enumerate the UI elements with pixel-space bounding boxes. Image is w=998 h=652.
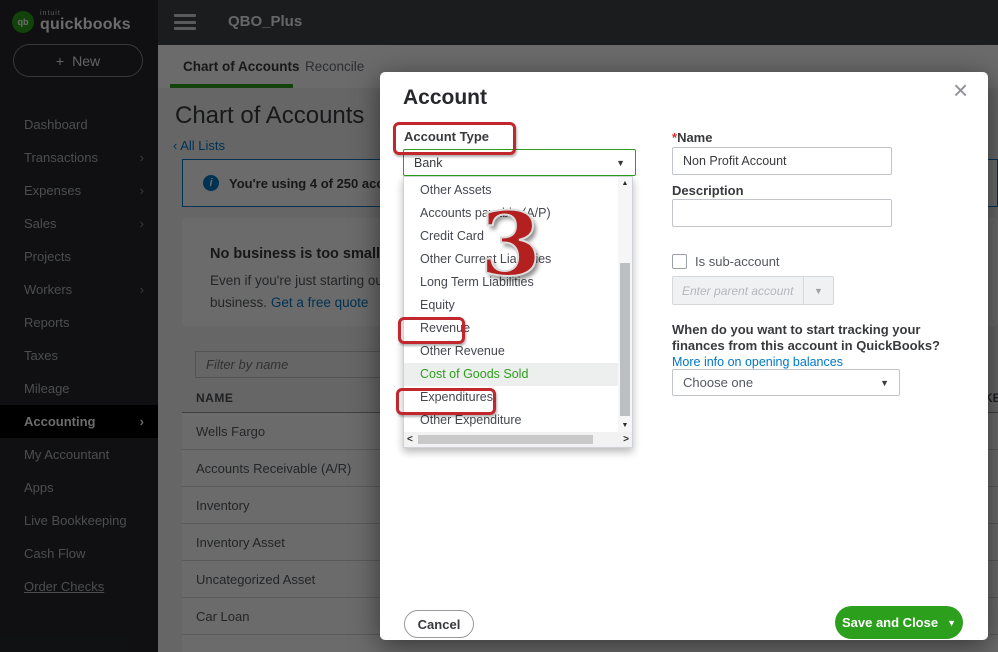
chevron-down-icon: ▼ <box>803 277 833 304</box>
dropdown-item-cost-of-goods-sold[interactable]: Cost of Goods Sold <box>404 362 618 386</box>
chevron-down-icon: ▼ <box>947 617 957 628</box>
dropdown-item-other-current-liabilities[interactable]: Other Current Liabilities <box>404 247 618 270</box>
scroll-up-icon[interactable]: ▲ <box>622 177 629 190</box>
tracking-start-select[interactable]: Choose one ▼ <box>672 369 900 396</box>
dropdown-item-credit-card[interactable]: Credit Card <box>404 224 618 247</box>
horizontal-scroll-thumb[interactable] <box>418 435 593 444</box>
dropdown-item-expenditures[interactable]: Expenditures <box>404 386 618 409</box>
more-info-link[interactable]: More info on opening balances <box>672 355 843 369</box>
dropdown-vertical-scrollbar[interactable]: ▲ ▼ <box>618 177 632 432</box>
dropdown-item-equity[interactable]: Equity <box>404 293 618 316</box>
modal-title: Account <box>403 86 487 109</box>
dropdown-item-other-expenditure[interactable]: Other Expenditure <box>404 409 618 432</box>
quickbooks-app: qb intuit quickbooks + New Dashboard Tra… <box>0 0 998 652</box>
cancel-button[interactable]: Cancel <box>404 610 474 638</box>
name-input[interactable] <box>672 147 892 175</box>
close-icon[interactable]: × <box>953 77 968 103</box>
tracking-start-value: Choose one <box>683 375 754 390</box>
account-type-value: Bank <box>414 155 443 170</box>
description-label: Description <box>672 183 744 198</box>
tracking-question-line1: When do you want to start tracking your <box>672 322 921 337</box>
dropdown-item-other-assets[interactable]: Other Assets <box>404 178 618 201</box>
description-input[interactable] <box>672 199 892 227</box>
dropdown-horizontal-scrollbar[interactable]: < > <box>404 432 632 447</box>
chevron-down-icon: ▼ <box>616 157 625 168</box>
parent-account-select: Enter parent account ▼ <box>672 276 834 305</box>
vertical-scroll-thumb[interactable] <box>620 263 630 416</box>
account-type-select[interactable]: Bank ▼ <box>403 149 636 176</box>
chevron-down-icon: ▼ <box>880 377 889 388</box>
is-sub-account-checkbox[interactable] <box>672 254 687 269</box>
name-label: *Name <box>672 130 713 145</box>
account-type-label: Account Type <box>404 129 489 144</box>
scroll-down-icon[interactable]: ▼ <box>622 419 629 432</box>
account-modal: × Account Account Type Bank ▼ Other Asse… <box>380 72 988 640</box>
scroll-left-icon[interactable]: < <box>407 434 413 445</box>
save-and-close-button[interactable]: Save and Close ▼ <box>835 606 963 639</box>
tracking-question-line2: finances from this account in QuickBooks… <box>672 338 940 353</box>
parent-account-placeholder: Enter parent account <box>682 283 794 298</box>
save-and-close-label: Save and Close <box>841 615 939 630</box>
dropdown-item-long-term-liabilities[interactable]: Long Term Liabilities <box>404 270 618 293</box>
dropdown-item-other-revenue[interactable]: Other Revenue <box>404 340 618 363</box>
dropdown-item-accounts-payable[interactable]: Accounts payable (A/P) <box>404 201 618 224</box>
dropdown-item-revenue[interactable]: Revenue <box>404 317 618 340</box>
is-sub-account-label: Is sub-account <box>695 254 780 269</box>
scroll-right-icon[interactable]: > <box>623 434 629 445</box>
account-type-dropdown: Other Assets Accounts payable (A/P) Cred… <box>403 176 633 448</box>
